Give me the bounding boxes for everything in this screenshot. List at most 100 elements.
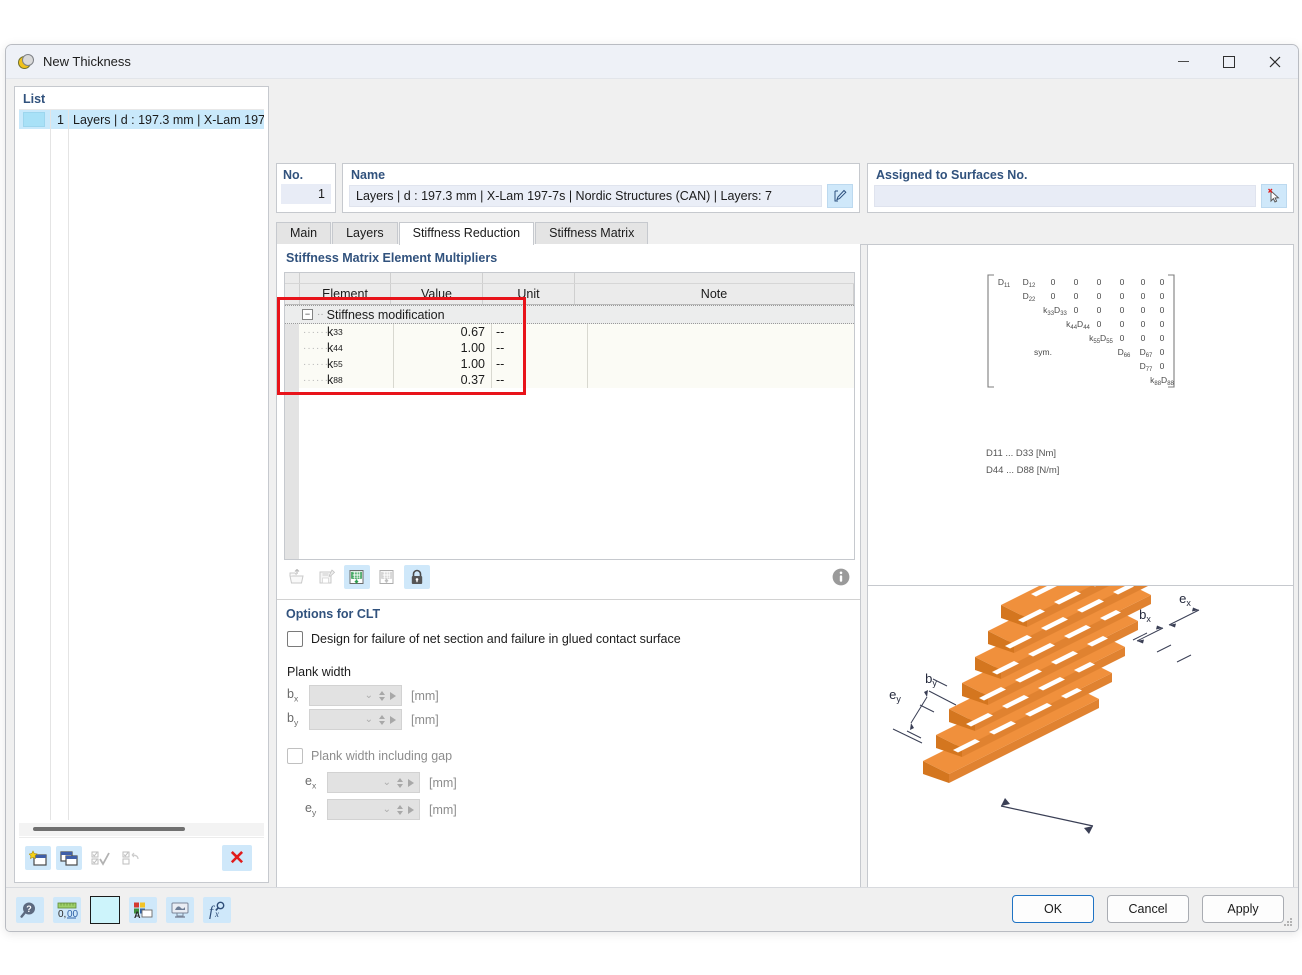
group-expander-icon[interactable]: −	[302, 309, 313, 320]
color-swatch	[23, 112, 45, 127]
row-value[interactable]: 1.00	[394, 356, 492, 372]
plank-gap-checkbox[interactable]	[287, 748, 303, 764]
svg-text:D12: D12	[1023, 277, 1036, 289]
help-search-icon[interactable]: ?	[16, 897, 44, 923]
label-ex: ex	[1179, 591, 1191, 608]
list-horizontal-scrollbar[interactable]	[19, 823, 264, 836]
chevron-down-icon[interactable]: ⌄	[383, 804, 391, 815]
units-icon[interactable]: 0, 00	[53, 897, 81, 923]
ey-input[interactable]: ⌄	[327, 799, 420, 820]
ex-stepper[interactable]	[397, 777, 403, 788]
by-stepper[interactable]	[379, 714, 385, 725]
svg-text:0: 0	[1160, 347, 1165, 357]
table-row[interactable]: ······ k 88 0.37 --	[285, 372, 854, 388]
row-value[interactable]: 1.00	[394, 340, 492, 356]
render-icon[interactable]	[166, 897, 194, 923]
svg-text:k55D55: k55D55	[1089, 333, 1113, 345]
by-input[interactable]: ⌄	[309, 709, 402, 730]
list-item-label: Layers | d : 197.3 mm | X-Lam 197-7s | N…	[73, 112, 264, 127]
design-failure-checkbox[interactable]	[287, 631, 303, 647]
name-input[interactable]: Layers | d : 197.3 mm | X-Lam 197-7s | N…	[349, 185, 822, 207]
by-unit: [mm]	[411, 712, 439, 727]
multipliers-table[interactable]: Element Value Unit Note − ·· Stiffness m…	[284, 272, 855, 560]
color-swatch-icon[interactable]	[90, 896, 120, 924]
ex-input[interactable]: ⌄	[327, 772, 420, 793]
chevron-down-icon[interactable]: ⌄	[365, 714, 373, 725]
assigned-surfaces-input[interactable]	[874, 185, 1256, 207]
tab-layers[interactable]: Layers	[332, 222, 398, 244]
excel-export-icon[interactable]	[344, 565, 370, 589]
svg-text:0: 0	[1141, 305, 1146, 315]
scrollbar-thumb[interactable]	[33, 827, 185, 831]
svg-text:0: 0	[1160, 361, 1165, 371]
info-icon[interactable]	[829, 565, 853, 589]
tab-stiffness-matrix[interactable]: Stiffness Matrix	[535, 222, 649, 244]
row-note[interactable]	[588, 340, 854, 356]
number-value[interactable]: 1	[281, 184, 331, 204]
tab-stiffness-reduction[interactable]: Stiffness Reduction	[398, 222, 535, 245]
dialog-content: List 1 Layers | d : 197.3 mm | X-Lam 197…	[6, 78, 1298, 931]
bx-stepper[interactable]	[379, 690, 385, 701]
close-button[interactable]	[1252, 45, 1298, 78]
display-properties-icon[interactable]: A	[129, 897, 157, 923]
table-row[interactable]: ······ k 44 1.00 --	[285, 340, 854, 356]
clt-plank-diagram: bx ex ey by	[889, 530, 1200, 834]
pick-cursor-icon[interactable]	[1261, 184, 1287, 208]
maximize-button[interactable]	[1206, 45, 1252, 78]
column-header-element: Element	[300, 284, 391, 304]
svg-text:0: 0	[1160, 277, 1165, 287]
row-value[interactable]: 0.67	[394, 324, 492, 340]
lock-icon[interactable]	[404, 565, 430, 589]
import-icon[interactable]	[284, 565, 310, 589]
tab-main[interactable]: Main	[276, 222, 332, 244]
export-icon[interactable]	[314, 565, 340, 589]
chevron-down-icon[interactable]: ⌄	[383, 777, 391, 788]
ex-expand-icon[interactable]	[408, 778, 414, 787]
row-unit: --	[492, 356, 588, 372]
formula-icon[interactable]: f x	[203, 897, 231, 923]
svg-text:0: 0	[1051, 291, 1056, 301]
ey-stepper[interactable]	[397, 804, 403, 815]
ok-button[interactable]: OK	[1012, 895, 1094, 923]
row-note[interactable]	[588, 356, 854, 372]
table-row[interactable]: ······ k 33 0.67 --	[285, 324, 854, 340]
bx-expand-icon[interactable]	[390, 691, 396, 700]
chevron-down-icon[interactable]: ⌄	[365, 690, 373, 701]
new-item-icon[interactable]	[25, 846, 51, 870]
bx-input[interactable]: ⌄	[309, 685, 402, 706]
svg-text:D77: D77	[1140, 361, 1153, 373]
design-failure-row[interactable]: Design for failure of net section and fa…	[277, 625, 860, 647]
svg-text:?: ?	[26, 904, 32, 914]
list-body[interactable]: 1 Layers | d : 197.3 mm | X-Lam 197-7s |…	[19, 109, 264, 820]
matrix-legend-line-1: D11 ... D33 [Nm]	[986, 448, 1057, 459]
table-row[interactable]: ······ k 55 1.00 --	[285, 356, 854, 372]
row-value[interactable]: 0.37	[394, 372, 492, 388]
duplicate-item-icon[interactable]	[56, 846, 82, 870]
svg-text:0: 0	[1141, 333, 1146, 343]
row-note[interactable]	[588, 324, 854, 340]
resize-grip[interactable]	[1283, 917, 1293, 927]
row-note[interactable]	[588, 372, 854, 388]
number-field-group: No. 1	[276, 163, 336, 213]
svg-text:0: 0	[1120, 277, 1125, 287]
edit-pencil-icon[interactable]	[827, 184, 853, 208]
list-panel-title: List	[23, 92, 46, 106]
cancel-button[interactable]: Cancel	[1107, 895, 1189, 923]
ey-expand-icon[interactable]	[408, 805, 414, 814]
svg-text:0: 0	[1160, 291, 1165, 301]
by-expand-icon[interactable]	[390, 715, 396, 724]
table-group-row[interactable]: − ·· Stiffness modification	[285, 305, 854, 324]
excel-import-icon[interactable]	[374, 565, 400, 589]
list-item[interactable]: 1 Layers | d : 197.3 mm | X-Lam 197-7s |…	[19, 110, 264, 129]
minimize-button[interactable]	[1160, 45, 1206, 78]
invert-selection-icon[interactable]	[118, 846, 144, 870]
gap-row[interactable]: Plank width including gap	[277, 730, 860, 764]
ex-unit: [mm]	[429, 775, 457, 790]
select-all-icon[interactable]	[87, 846, 113, 870]
delete-item-button[interactable]: ✕	[222, 845, 252, 871]
svg-text:D11: D11	[998, 277, 1011, 289]
apply-button[interactable]: Apply	[1202, 895, 1284, 923]
by-row: by ⌄ [mm]	[277, 706, 860, 730]
app-icon	[16, 53, 34, 71]
svg-text:k44D44: k44D44	[1066, 319, 1090, 331]
